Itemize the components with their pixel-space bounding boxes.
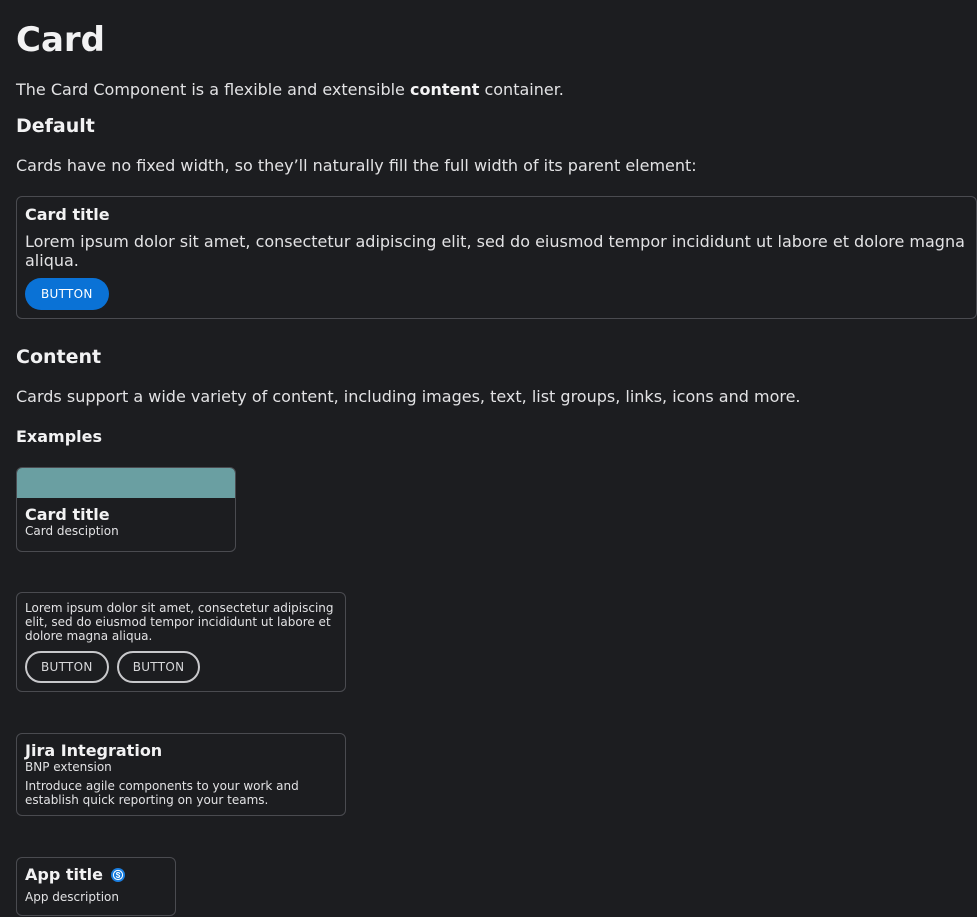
s-badge-icon: [110, 868, 125, 882]
app-card-title-row: App title: [25, 866, 167, 884]
content-heading: Content: [16, 346, 102, 368]
app-card-description: App description: [25, 890, 119, 904]
default-card: Card title Lorem ipsum dolor sit amet, c…: [16, 196, 977, 319]
default-description: Cards have no fixed width, so they’ll na…: [16, 156, 697, 175]
jira-card-title: Jira Integration: [25, 741, 163, 760]
default-card-body: Lorem ipsum dolor sit amet, consectetur …: [25, 232, 965, 270]
intro-text-start: The Card Component is a flexible and ext…: [16, 80, 410, 99]
examples-heading: Examples: [16, 427, 103, 446]
default-card-button[interactable]: BUTTON: [25, 278, 109, 310]
jira-card: Jira Integration BNP extension Introduce…: [16, 733, 346, 816]
media-card-description: Card desciption: [25, 524, 119, 538]
content-description: Cards support a wide variety of content,…: [16, 387, 801, 406]
page: Card The Card Component is a flexible an…: [0, 0, 977, 916]
text-card-button-2[interactable]: BUTTON: [116, 651, 201, 683]
jira-card-subtitle: BNP extension: [25, 760, 112, 774]
page-title: Card: [16, 20, 106, 60]
media-card-title: Card title: [25, 505, 110, 524]
media-card: Card title Card desciption: [16, 467, 236, 552]
text-card-button-1[interactable]: BUTTON: [25, 651, 109, 683]
text-card-body: Lorem ipsum dolor sit amet, consectetur …: [25, 601, 334, 643]
intro-text: The Card Component is a flexible and ext…: [16, 80, 977, 100]
app-card: App title App description: [16, 857, 176, 916]
card-media-image: [17, 468, 235, 498]
default-heading: Default: [16, 115, 95, 137]
default-card-title: Card title: [25, 205, 110, 224]
jira-card-body: Introduce agile components to your work …: [25, 779, 299, 807]
text-card: Lorem ipsum dolor sit amet, consectetur …: [16, 592, 346, 692]
media-card-body: Card title Card desciption: [17, 498, 235, 551]
app-card-title: App title: [25, 865, 103, 884]
intro-text-bold: content: [409, 80, 480, 99]
intro-text-end: container.: [479, 80, 564, 99]
